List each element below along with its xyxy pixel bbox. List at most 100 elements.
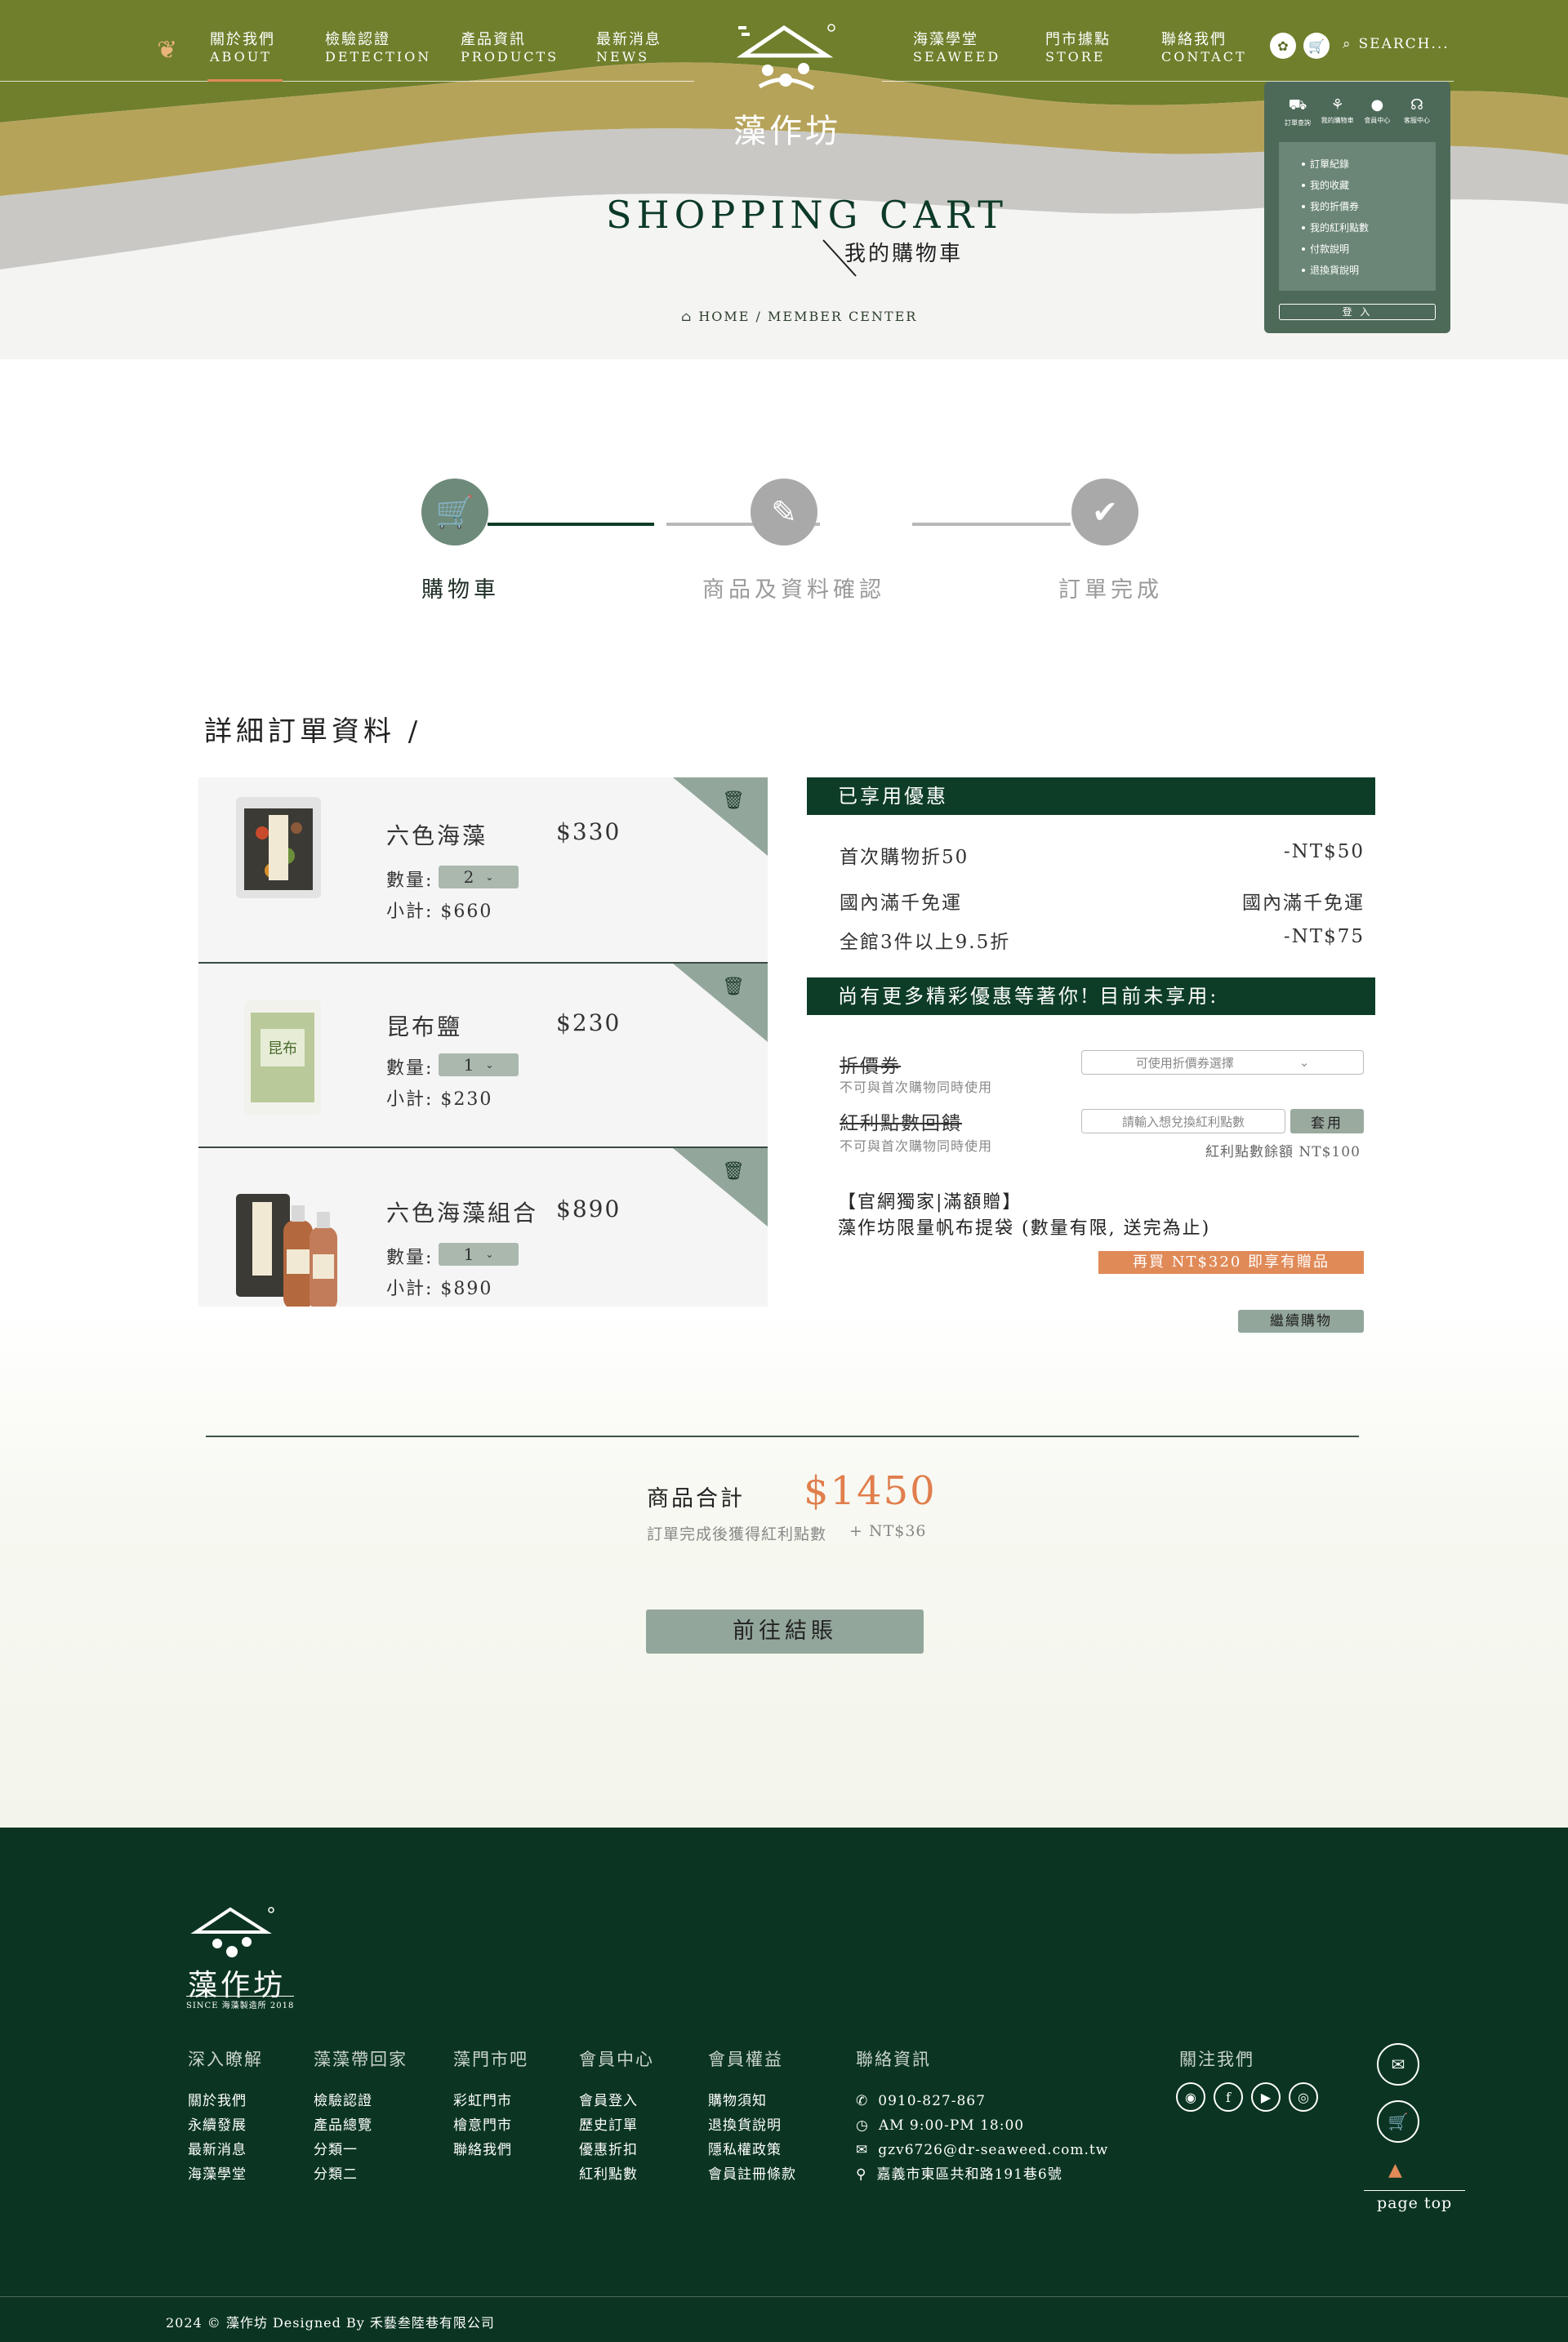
step-label-confirm: 商品及資料確認 — [702, 577, 885, 603]
arrow-up-icon[interactable]: ▲ — [1388, 2160, 1402, 2180]
qty-value: 1 — [463, 1055, 474, 1075]
gift-threshold-button[interactable]: 再買 NT$320 即享有贈品 — [1098, 1251, 1364, 1274]
nav-detection[interactable]: 檢驗認證 DETECTION — [325, 31, 431, 65]
footer-link[interactable]: 分類二 — [314, 2162, 408, 2187]
footer-link[interactable]: 隱私權政策 — [708, 2138, 796, 2162]
discount-value: 國內滿千免運 — [1242, 893, 1365, 914]
footer-link[interactable]: 產品總覽 — [314, 2113, 408, 2138]
qty-select[interactable]: 1 ⌄ — [439, 1243, 519, 1266]
dd-cart[interactable]: ⚘ 我的購物車 — [1319, 96, 1356, 127]
coupon-note: 不可與首次購物同時使用 — [840, 1080, 993, 1095]
qty-label: 數量: — [386, 1248, 434, 1268]
promo-desc: 藻作坊限量帆布提袋 (數量有限, 送完為止) — [838, 1218, 1211, 1239]
dd-orders[interactable]: ⛟ 訂單查詢 — [1279, 96, 1316, 127]
line-icon[interactable]: ◉ — [1176, 2082, 1205, 2112]
location-icon: ⚲ — [856, 2166, 867, 2183]
trash-icon[interactable]: 🗑 — [722, 977, 745, 997]
nav-products[interactable]: 產品資訊 PRODUCTS — [461, 31, 559, 65]
member-icon[interactable]: ✿ — [1270, 33, 1296, 59]
footer-link[interactable]: 退換貨說明 — [708, 2113, 796, 2138]
trash-icon[interactable]: 🗑 — [722, 790, 745, 811]
chevron-down-icon: ⌄ — [1298, 1055, 1310, 1070]
bonus-input[interactable]: 請輸入想兌換紅利點數 — [1081, 1109, 1285, 1133]
footer-divider — [0, 2296, 1568, 2297]
nav-seaweed[interactable]: 海藻學堂 SEAWEED — [913, 31, 1000, 65]
contact-phone[interactable]: ✆ 0910-827-867 — [856, 2089, 1108, 2113]
page-top-link[interactable]: page top — [1364, 2190, 1466, 2212]
nav-about[interactable]: 關於我們 ABOUT — [210, 31, 275, 65]
nav-contact[interactable]: 聯絡我們 CONTACT — [1161, 31, 1247, 65]
dd-service[interactable]: ☊ 客服中心 — [1398, 96, 1436, 127]
qty-select[interactable]: 2 ⌄ — [439, 866, 519, 888]
dd-link[interactable]: 訂單紀錄 — [1302, 154, 1436, 175]
trash-icon[interactable]: 🗑 — [722, 1161, 745, 1182]
footer-link[interactable]: 紅利點數 — [579, 2162, 654, 2187]
breadcrumb-text: HOME / MEMBER CENTER — [698, 309, 918, 324]
search-placeholder: SEARCH... — [1358, 36, 1450, 52]
nav-news[interactable]: 最新消息 NEWS — [596, 31, 662, 65]
footer-col-title: 深入瞭解 — [188, 2050, 263, 2069]
youtube-icon[interactable]: ▶ — [1251, 2082, 1281, 2112]
footer-col-title: 藻門市吧 — [453, 2050, 528, 2069]
coupon-select[interactable]: 可使用折價券選擇 ⌄ — [1081, 1050, 1364, 1075]
bonus-note: 不可與首次購物同時使用 — [840, 1138, 993, 1154]
contact-hours: ◷ AM 9:00-PM 18:00 — [856, 2113, 1108, 2138]
footer-link[interactable]: 最新消息 — [188, 2138, 263, 2162]
dd-link[interactable]: 退換貨說明 — [1302, 260, 1436, 281]
footer-link[interactable]: 歷史訂單 — [579, 2113, 654, 2138]
chevron-down-icon: ⌄ — [485, 871, 494, 883]
logo-mark[interactable] — [735, 23, 836, 96]
float-cart-button[interactable]: 🛒 — [1377, 2100, 1419, 2143]
dd-member-label: 會員中心 — [1364, 117, 1391, 124]
apply-bonus-button[interactable]: 套用 — [1290, 1109, 1364, 1133]
contact-email[interactable]: ✉ gzv6726@dr-seaweed.com.tw — [856, 2138, 1108, 2162]
home-icon: ⌂ — [681, 309, 699, 324]
search-box[interactable]: ⌕ SEARCH... — [1343, 36, 1450, 52]
footer-link[interactable]: 會員註冊條款 — [708, 2162, 796, 2187]
qty-select[interactable]: 1 ⌄ — [439, 1053, 519, 1076]
dd-link[interactable]: 付款說明 — [1302, 238, 1436, 260]
cart-icon[interactable]: 🛒 — [1303, 33, 1330, 59]
nav-store[interactable]: 門市據點 STORE — [1045, 31, 1111, 65]
chat-button[interactable]: ✉ — [1377, 2043, 1419, 2086]
contact-address: ⚲ 嘉義市東區共和路191巷6號 — [856, 2162, 1108, 2187]
phone-icon: ✆ — [856, 2093, 869, 2109]
dd-link[interactable]: 我的紅利點數 — [1302, 217, 1436, 238]
footer-logo-mark[interactable] — [189, 1906, 274, 1963]
checkout-button[interactable]: 前往結賬 — [646, 1610, 924, 1654]
footer-link[interactable]: 優惠折扣 — [579, 2138, 654, 2162]
footer-link[interactable]: 海藻學堂 — [188, 2162, 263, 2187]
dd-link[interactable]: 我的收藏 — [1302, 175, 1436, 196]
cart-icon: 🛒 — [435, 493, 474, 530]
chevron-down-icon: ⌄ — [485, 1059, 494, 1071]
step-done-circle: ✔ — [1071, 479, 1138, 545]
discount-row: 國內滿千免運 國內滿千免運 — [840, 887, 1365, 915]
continue-shopping-button[interactable]: 繼續購物 — [1238, 1310, 1364, 1333]
footer-link[interactable]: 聯絡我們 — [453, 2138, 528, 2162]
dd-orders-label: 訂單查詢 — [1285, 119, 1311, 127]
item-name: 六色海藻 — [386, 822, 488, 849]
nav-products-zh: 產品資訊 — [461, 31, 526, 48]
footer-link[interactable]: 彩虹門市 — [453, 2089, 528, 2113]
footer-link[interactable]: 分類一 — [314, 2138, 408, 2162]
nav-contact-en: CONTACT — [1161, 48, 1247, 65]
dd-member[interactable]: ● 會員中心 — [1358, 96, 1396, 127]
footer-col-title: 關注我們 — [1179, 2050, 1254, 2069]
bottom-fade — [0, 1307, 1568, 1829]
footer-link[interactable]: 會員登入 — [579, 2089, 654, 2113]
copyright: 2024 © 藻作坊 Designed By 禾藝叁陸巷有限公司 — [166, 2315, 495, 2331]
footer-link[interactable]: 檢驗認證 — [314, 2089, 408, 2113]
instagram-icon[interactable]: ◎ — [1289, 2082, 1318, 2112]
logo-text[interactable]: 藻作坊 — [733, 105, 841, 152]
footer-link[interactable]: 永續發展 — [188, 2113, 263, 2138]
cart-item: 🗑 六色海藻組合 $890 數量: 1 ⌄ 小計: $890 — [198, 1148, 768, 1331]
svg-text:昆布: 昆布 — [268, 1040, 297, 1057]
login-button[interactable]: 登 入 — [1279, 304, 1436, 320]
breadcrumb[interactable]: ⌂ HOME / MEMBER CENTER — [681, 309, 917, 324]
footer-link[interactable]: 檜意門市 — [453, 2113, 528, 2138]
footer-link[interactable]: 購物須知 — [708, 2089, 796, 2113]
promo-title: 【官網獨家|滿額贈】 — [838, 1192, 1022, 1213]
footer-link[interactable]: 關於我們 — [188, 2089, 263, 2113]
dd-link[interactable]: 我的折價券 — [1302, 196, 1436, 217]
facebook-icon[interactable]: f — [1214, 2082, 1243, 2112]
